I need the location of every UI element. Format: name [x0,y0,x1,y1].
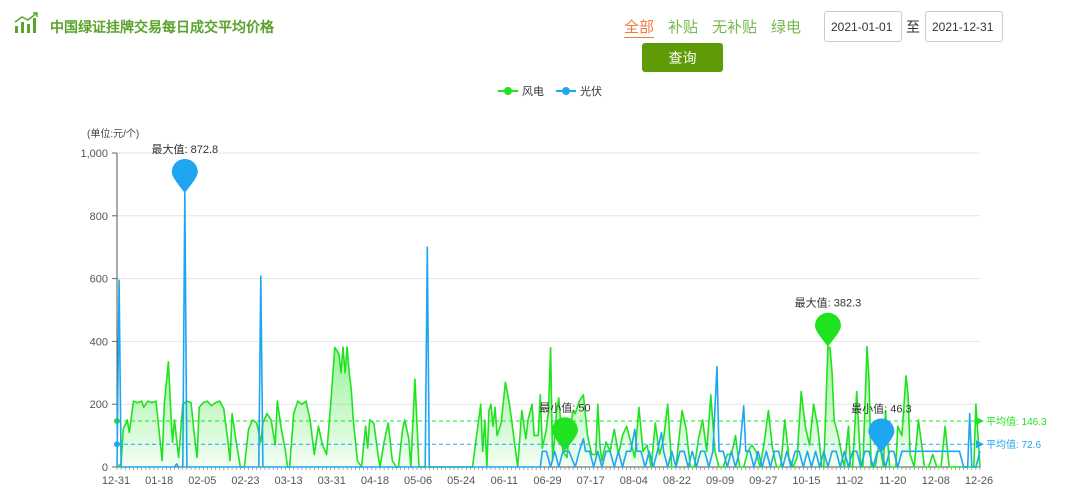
average-line-start-dot [114,441,120,448]
price-line-chart: 0 200 400 600 800 1,000 (单位:元/个) 12-31 01-18 02-0… [80,84,1047,487]
average-line-arrow [976,417,984,426]
x-tick-label: 04-18 [361,475,389,487]
y-tick-label: 200 [90,399,108,411]
x-tick-label: 12-31 [102,475,130,487]
x-tick-label: 05-06 [404,475,432,487]
wind-max-label: 最大值: 382.3 [795,296,862,310]
x-tick-label: 12-26 [965,475,993,487]
solar-average-label: 平均值: 72.6 [986,438,1041,451]
y-tick-label: 600 [90,274,108,286]
x-tick-label: 08-22 [663,475,691,487]
y-tick-label: 400 [90,336,108,348]
x-tick-label: 09-09 [706,475,734,487]
x-tick-label: 07-17 [577,475,605,487]
solar-min-label: 最小值: 46.3 [851,402,912,415]
x-tick-label: 06-11 [491,475,518,487]
x-tick-label: 05-24 [447,475,475,487]
x-tick-label: 08-04 [620,475,648,487]
x-tick-label: 03-13 [275,475,303,487]
x-tick-label: 02-23 [231,475,259,487]
solar-min-pin [868,418,895,453]
legend-solar: 光伏 [580,84,602,98]
page: 中国绿证挂牌交易每日成交平均价格 全部 补贴 无补贴 绿电 至 查询 02004… [0,0,1080,496]
x-tick-label: 11-20 [879,475,906,487]
solar-max-label: 最大值: 872.8 [151,142,218,156]
legend-wind: 风电 [522,85,544,98]
x-tick-label: 06-29 [533,475,561,487]
x-tick-label: 02-05 [188,475,216,487]
y-tick-label: 800 [90,211,108,223]
x-tick-label: 09-27 [749,475,777,487]
wind-min-label: 最小值: 50 [539,401,590,414]
average-line-arrow [976,440,984,449]
wind-average-label: 平均值: 146.3 [986,415,1047,428]
legend-swatch-dot [504,87,512,95]
solar-max-pin [171,158,198,193]
x-tick-label: 01-18 [145,475,173,487]
y-tick-label: 0 [102,462,108,474]
y-axis-unit-label: (单位:元/个) [87,127,139,140]
legend-swatch-dot [562,87,570,95]
x-tick-label: 03-31 [318,475,346,487]
x-tick-label: 10-15 [792,475,820,487]
x-tick-label: 12-08 [922,475,950,487]
x-tick-label: 11-02 [836,475,863,487]
y-tick-label: 1,000 [80,148,108,160]
